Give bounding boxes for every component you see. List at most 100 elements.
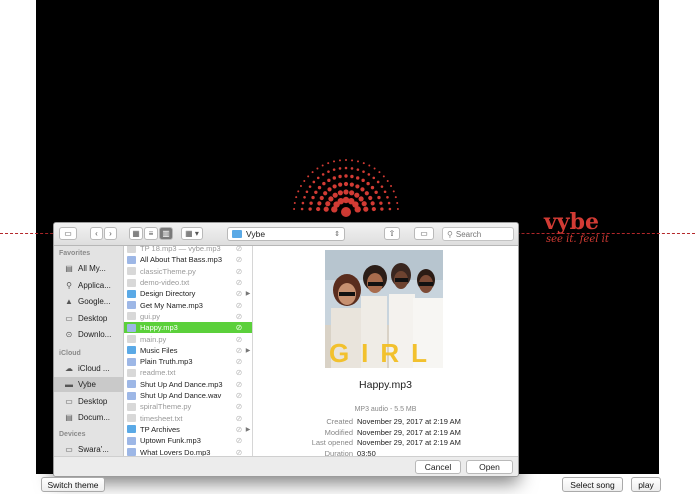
switch-theme-button[interactable]: Switch theme xyxy=(41,477,105,492)
search-field[interactable]: ⚲ xyxy=(442,227,514,241)
forward-icon[interactable]: › xyxy=(104,227,117,240)
sidebar-item[interactable]: ⚲ Applica... xyxy=(54,278,123,293)
location-popup[interactable]: Vybe ⇕ xyxy=(227,227,345,241)
file-row[interactable]: Uptown Funk.mp3 ⊘ xyxy=(124,435,252,446)
burst-dot xyxy=(338,167,342,170)
burst-dot xyxy=(382,175,385,178)
sidebar-item[interactable]: ▬ Vybe xyxy=(54,377,123,392)
cancel-button[interactable]: Cancel xyxy=(415,460,461,474)
file-name: main.py xyxy=(140,334,167,344)
file-row[interactable]: demo-video.txt ⊘ xyxy=(124,277,252,288)
file-row[interactable]: Shut Up And Dance.mp3 ⊘ xyxy=(124,379,252,390)
burst-dot xyxy=(321,173,325,176)
sidebar-item[interactable]: ☁ iCloud ... xyxy=(54,361,123,376)
detail-row: Modified November 29, 2017 at 2:19 AM xyxy=(253,428,518,439)
dialog-footer: Cancel Open xyxy=(54,456,518,476)
sidebar-item[interactable]: ▤ All My... xyxy=(54,261,123,276)
back-icon[interactable]: ‹ xyxy=(90,227,103,240)
burst-dot xyxy=(317,185,322,190)
file-row[interactable]: Design Directory ⊘ ▶ xyxy=(124,288,252,299)
document-icon xyxy=(127,368,136,377)
burst-dot xyxy=(386,179,389,182)
file-row[interactable]: Music Files ⊘ ▶ xyxy=(124,345,252,356)
icloud-status-icon: ⊘ xyxy=(235,379,243,389)
burst-dot xyxy=(350,167,354,170)
sidebar-item[interactable]: ▭ Desktop xyxy=(54,394,123,409)
file-name: Design Directory xyxy=(140,289,196,299)
file-row[interactable]: Shut Up And Dance.wav ⊘ xyxy=(124,390,252,401)
file-name: Happy.mp3 xyxy=(140,323,178,333)
file-row[interactable]: spiralTheme.py ⊘ xyxy=(124,401,252,412)
group-by-icon[interactable]: ▦ ▾ xyxy=(181,227,203,240)
burst-dot xyxy=(305,190,309,194)
burst-dot xyxy=(351,159,354,162)
burst-dot xyxy=(362,170,365,173)
burst-dot xyxy=(322,181,326,186)
icloud-status-icon: ⊘ xyxy=(235,357,243,367)
brand-logo: vybe see it. feel it xyxy=(544,210,609,245)
detail-value: 03:50 xyxy=(357,448,376,457)
file-row[interactable]: TP 18.mp3 — vybe.mp3 ⊘ xyxy=(124,246,252,254)
burst-dot xyxy=(311,171,314,174)
file-name: Uptown Funk.mp3 xyxy=(140,436,201,446)
chevron-updown-icon: ⇕ xyxy=(334,231,340,238)
burst-dot xyxy=(316,176,320,180)
file-row[interactable]: main.py ⊘ xyxy=(124,333,252,344)
burst-dot xyxy=(386,195,389,199)
sidebar-item[interactable]: ▲ Google... xyxy=(54,294,123,309)
search-input[interactable] xyxy=(455,229,506,239)
sidebar-item[interactable]: ▭ Swara'... xyxy=(54,442,123,457)
sidebar-item[interactable]: ▭ Desktop xyxy=(54,311,123,326)
burst-dot xyxy=(370,201,375,206)
file-row[interactable]: readme.txt ⊘ xyxy=(124,367,252,378)
detail-row: Created November 29, 2017 at 2:19 AM xyxy=(253,417,518,428)
sidebar-item-label: Applica... xyxy=(78,280,111,290)
icon-view-icon[interactable]: ▦ xyxy=(129,227,143,240)
burst-dot xyxy=(332,184,337,189)
sidebar-toggle-icon[interactable]: ▭ xyxy=(59,227,77,240)
burst-dot xyxy=(309,201,313,205)
list-view-icon[interactable]: ≡ xyxy=(144,227,158,240)
tag-icon[interactable]: ▭ xyxy=(414,227,434,240)
file-row[interactable]: What Lovers Do.mp3 ⊘ xyxy=(124,446,252,456)
burst-dot xyxy=(380,185,384,188)
sidebar-item-label: Vybe xyxy=(78,380,96,389)
burst-dot xyxy=(380,207,384,211)
burst-dot xyxy=(396,207,399,210)
brand-tagline: see it. feel it xyxy=(546,234,609,245)
file-name: timesheet.txt xyxy=(140,413,183,423)
burst-dot xyxy=(327,187,332,192)
folder-icon xyxy=(127,346,136,355)
burst-dot xyxy=(354,192,360,198)
icloud-status-icon: ⊘ xyxy=(235,368,243,378)
play-button[interactable]: play xyxy=(631,477,661,492)
disclosure-arrow-icon: ▶ xyxy=(245,291,251,298)
file-row[interactable]: Plain Truth.mp3 ⊘ xyxy=(124,356,252,367)
google-drive-icon: ▲ xyxy=(65,297,73,306)
folder-icon xyxy=(232,230,242,238)
file-row[interactable]: Get My Name.mp3 ⊘ xyxy=(124,300,252,311)
burst-dot xyxy=(303,179,306,182)
file-row[interactable]: timesheet.txt ⊘ xyxy=(124,413,252,424)
share-icon[interactable]: ⇧ xyxy=(384,227,400,240)
file-row[interactable]: TP Archives ⊘ ▶ xyxy=(124,424,252,435)
audio-file-icon xyxy=(127,436,136,445)
file-row[interactable]: All About That Bass.mp3 ⊘ xyxy=(124,254,252,265)
icloud-status-icon: ⊘ xyxy=(235,413,243,423)
burst-dot xyxy=(396,201,399,204)
open-button[interactable]: Open xyxy=(466,460,513,474)
burst-dot xyxy=(367,173,371,176)
search-icon: ⚲ xyxy=(447,229,453,239)
burst-dot xyxy=(308,207,312,211)
select-song-button[interactable]: Select song xyxy=(562,477,623,492)
file-name: TP 18.mp3 — vybe.mp3 xyxy=(140,246,221,254)
burst-dot xyxy=(332,168,336,171)
sidebar-item[interactable]: ⊙ Downlo... xyxy=(54,327,123,342)
burst-dot xyxy=(361,178,365,183)
file-row[interactable]: Happy.mp3 ⊘ xyxy=(124,322,252,334)
column-view-icon[interactable]: ▥ xyxy=(159,227,173,240)
album-title-text: GIRL xyxy=(329,338,439,368)
sidebar-item[interactable]: ▤ Docum... xyxy=(54,410,123,425)
file-row[interactable]: classicTheme.py ⊘ xyxy=(124,266,252,277)
file-row[interactable]: gui.py ⊘ xyxy=(124,311,252,322)
